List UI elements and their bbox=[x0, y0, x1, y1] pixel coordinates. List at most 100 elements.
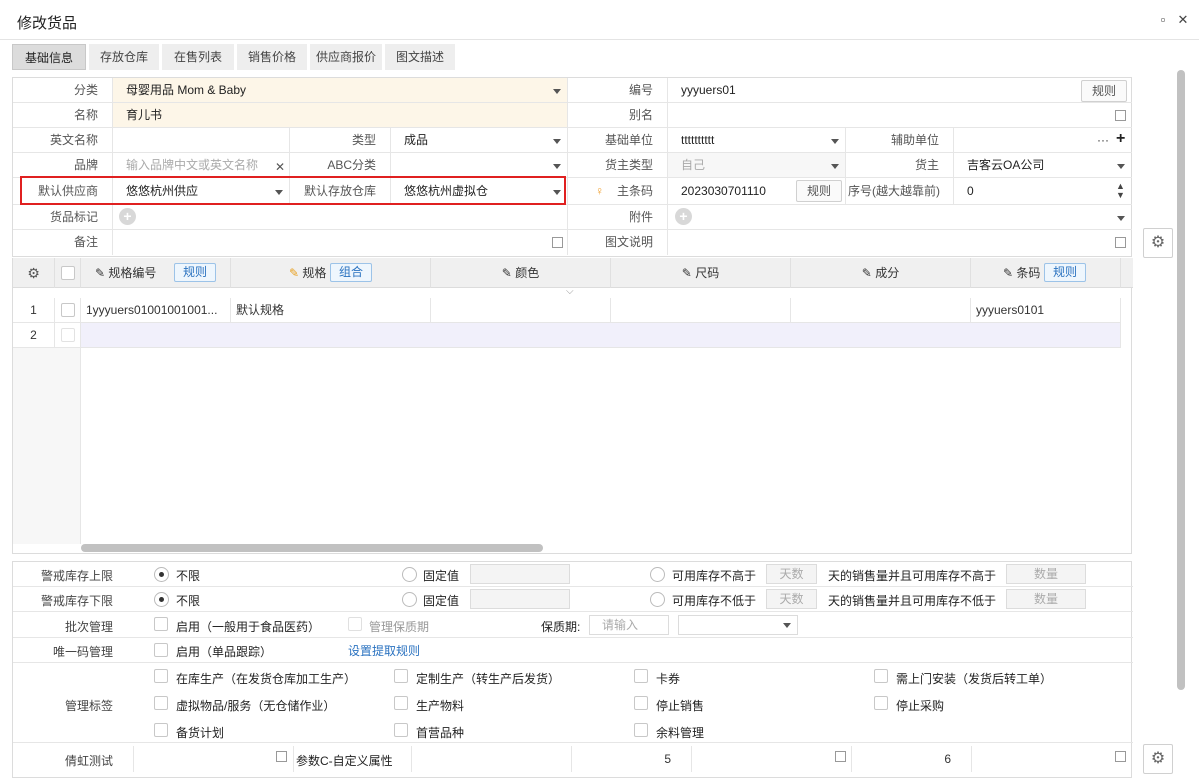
chevron-down-icon[interactable] bbox=[553, 139, 561, 144]
tag-checkbox[interactable] bbox=[154, 723, 168, 737]
tab-sales-price[interactable]: 销售价格 bbox=[237, 44, 307, 70]
abc-select[interactable] bbox=[391, 153, 568, 178]
attach-field[interactable] bbox=[668, 205, 1132, 230]
row-spec-code[interactable]: 1yyyuers01001001001... bbox=[81, 298, 231, 323]
spinner-icon[interactable]: ▲ ▼ bbox=[1116, 182, 1125, 200]
gear-icon[interactable]: ⚙ bbox=[1143, 228, 1173, 258]
add-circle-icon[interactable]: + bbox=[675, 208, 692, 225]
horizontal-scrollbar[interactable] bbox=[81, 544, 543, 552]
tag-checkbox[interactable] bbox=[394, 696, 408, 710]
base-unit-select[interactable]: tttttttttt bbox=[668, 128, 846, 153]
brand-input[interactable]: 输入品牌中文或英文名称 bbox=[113, 153, 290, 178]
manage-shelf-checkbox[interactable] bbox=[348, 617, 362, 631]
select-all-checkbox[interactable] bbox=[61, 266, 75, 280]
new-row[interactable] bbox=[81, 323, 1121, 348]
edit-icon[interactable] bbox=[1115, 237, 1126, 248]
lower-avail-radio[interactable] bbox=[650, 592, 665, 607]
tab-warehouse[interactable]: 存放仓库 bbox=[89, 44, 159, 70]
edit-icon[interactable] bbox=[1115, 110, 1126, 121]
category-select[interactable]: 母婴用品 Mom & Baby bbox=[113, 78, 568, 103]
alias-input[interactable] bbox=[668, 103, 1132, 128]
plus-icon[interactable]: + bbox=[1116, 130, 1125, 148]
edit-icon[interactable] bbox=[552, 237, 563, 248]
lower-days-input[interactable]: 天数 bbox=[766, 589, 817, 609]
code-rule-button[interactable]: 规则 bbox=[1081, 80, 1127, 102]
more-icon[interactable]: ··· bbox=[1097, 133, 1109, 147]
row-composition[interactable] bbox=[791, 298, 971, 323]
add-circle-icon[interactable]: + bbox=[119, 208, 136, 225]
tag-checkbox[interactable] bbox=[154, 669, 168, 683]
code-input[interactable]: yyyuers01 bbox=[668, 78, 1132, 103]
row-barcode[interactable]: yyyuers0101 bbox=[971, 298, 1121, 323]
shelf-unit-select[interactable] bbox=[678, 615, 798, 635]
tag-checkbox[interactable] bbox=[634, 696, 648, 710]
upper-avail-radio[interactable] bbox=[650, 567, 665, 582]
chevron-down-icon[interactable] bbox=[831, 139, 839, 144]
edit-icon[interactable] bbox=[835, 751, 846, 762]
owner-type-select[interactable]: 自己 bbox=[668, 153, 846, 178]
chevron-down-icon[interactable] bbox=[1117, 216, 1125, 221]
tag-checkbox[interactable] bbox=[874, 669, 888, 683]
batch-enable-checkbox[interactable] bbox=[154, 617, 168, 631]
barcode-rule-grid-button[interactable]: 规则 bbox=[1044, 263, 1086, 282]
clear-icon[interactable]: ✕ bbox=[275, 160, 285, 174]
chevron-down-icon[interactable] bbox=[553, 164, 561, 169]
tag-checkbox[interactable] bbox=[874, 696, 888, 710]
chevron-down-icon[interactable] bbox=[831, 164, 839, 169]
owner-select[interactable]: 吉客云OA公司 bbox=[954, 153, 1132, 178]
type-select[interactable]: 成品 bbox=[391, 128, 568, 153]
tag-field[interactable] bbox=[113, 205, 568, 230]
tab-graphic-desc[interactable]: 图文描述 bbox=[385, 44, 455, 70]
chevron-down-icon[interactable]: ⌵ bbox=[566, 286, 574, 297]
chevron-down-icon[interactable] bbox=[783, 623, 791, 628]
close-icon[interactable]: ✕ bbox=[1175, 12, 1191, 28]
unique-enable-checkbox[interactable] bbox=[154, 643, 168, 657]
tag-checkbox[interactable] bbox=[154, 696, 168, 710]
vertical-scrollbar[interactable] bbox=[1177, 70, 1185, 778]
grid-gear-icon[interactable]: ⚙ bbox=[13, 258, 55, 288]
row-color[interactable] bbox=[431, 298, 611, 323]
chevron-down-icon[interactable] bbox=[1117, 164, 1125, 169]
shelf-input[interactable]: 请输入 bbox=[589, 615, 669, 635]
seq-input[interactable]: 0 bbox=[954, 178, 1132, 205]
value-six[interactable]: 6 bbox=[852, 746, 972, 772]
lower-fixed-input[interactable] bbox=[470, 589, 570, 609]
en-name-input[interactable] bbox=[113, 128, 290, 153]
value-input[interactable] bbox=[692, 746, 852, 772]
chevron-down-icon[interactable] bbox=[553, 89, 561, 94]
row-spec[interactable]: 默认规格 bbox=[231, 298, 431, 323]
tag-checkbox[interactable] bbox=[394, 723, 408, 737]
lower-unlimited-radio[interactable] bbox=[154, 592, 169, 607]
tag-checkbox[interactable] bbox=[634, 669, 648, 683]
gear-icon[interactable]: ⚙ bbox=[1143, 744, 1173, 774]
spec-combo-button[interactable]: 组合 bbox=[330, 263, 372, 282]
lower-qty-input[interactable]: 数量 bbox=[1006, 589, 1086, 609]
edit-icon[interactable] bbox=[1115, 751, 1126, 762]
upper-days-input[interactable]: 天数 bbox=[766, 564, 817, 584]
remark-input[interactable] bbox=[113, 230, 568, 255]
tag-checkbox[interactable] bbox=[634, 723, 648, 737]
row-checkbox[interactable] bbox=[61, 303, 75, 317]
edit-icon[interactable] bbox=[276, 751, 287, 762]
tab-supplier-quote[interactable]: 供应商报价 bbox=[310, 44, 382, 70]
name-input[interactable]: 育儿书 bbox=[113, 103, 568, 128]
row-size[interactable] bbox=[611, 298, 791, 323]
upper-fixed-radio[interactable] bbox=[402, 567, 417, 582]
tab-basic-info[interactable]: 基础信息 bbox=[12, 44, 86, 70]
spec-code-rule-button[interactable]: 规则 bbox=[174, 263, 216, 282]
value-five[interactable]: 5 bbox=[572, 746, 692, 772]
lower-fixed-radio[interactable] bbox=[402, 592, 417, 607]
row-checkbox[interactable] bbox=[61, 328, 75, 342]
upper-fixed-input[interactable] bbox=[470, 564, 570, 584]
custom-input[interactable] bbox=[134, 746, 294, 772]
upper-qty-input[interactable]: 数量 bbox=[1006, 564, 1086, 584]
barcode-rule-button[interactable]: 规则 bbox=[796, 180, 842, 202]
tag-checkbox[interactable] bbox=[394, 669, 408, 683]
tab-on-sale[interactable]: 在售列表 bbox=[162, 44, 234, 70]
value-input[interactable] bbox=[972, 746, 1132, 772]
unique-rule-link[interactable]: 设置提取规则 bbox=[348, 642, 420, 659]
param-c-input[interactable] bbox=[412, 746, 572, 772]
upper-unlimited-radio[interactable] bbox=[154, 567, 169, 582]
desc-input[interactable] bbox=[668, 230, 1132, 255]
restore-icon[interactable]: ▫ bbox=[1155, 12, 1171, 28]
